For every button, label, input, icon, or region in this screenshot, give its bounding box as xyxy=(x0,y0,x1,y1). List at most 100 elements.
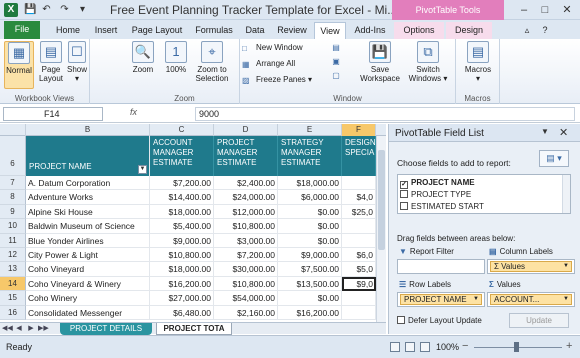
column-header-d[interactable]: D xyxy=(214,124,278,136)
estimate-cell[interactable]: $27,000.00 xyxy=(150,291,214,306)
update-button[interactable]: Update xyxy=(509,313,569,328)
estimate-cell[interactable]: $24,000.00 xyxy=(214,190,278,205)
close-icon[interactable]: ✕ xyxy=(558,2,576,18)
project-name-cell[interactable]: City Power & Light xyxy=(26,248,150,263)
normal-view-button[interactable]: ▦ Normal xyxy=(4,41,34,89)
vertical-scrollbar[interactable] xyxy=(376,136,386,322)
select-all-corner[interactable] xyxy=(0,124,26,136)
report-filter-drop-zone[interactable] xyxy=(397,259,485,274)
last-sheet-icon[interactable]: ▶▶ xyxy=(38,323,49,335)
estimate-cell[interactable]: $0.00 xyxy=(278,204,342,220)
minimize-ribbon-icon[interactable]: ▵ xyxy=(520,22,534,39)
switch-windows-button[interactable]: ⧉ Switch Windows ▾ xyxy=(406,41,450,89)
tab-file[interactable]: File xyxy=(4,21,40,39)
estimate-cell[interactable]: $7,200.00 xyxy=(150,176,214,191)
new-window-button[interactable]: □ New Window xyxy=(242,42,303,54)
estimate-cell[interactable]: $5,0 xyxy=(342,262,376,277)
customize-icon[interactable]: ▾ xyxy=(76,3,89,17)
estimate-cell[interactable]: $7,500.00 xyxy=(278,262,342,277)
page-layout-view-icon[interactable] xyxy=(405,342,415,352)
estimate-cell[interactable]: $12,000.00 xyxy=(214,204,278,220)
project-name-cell[interactable]: A. Datum Corporation xyxy=(26,176,150,191)
row-header[interactable]: 15 xyxy=(0,291,26,306)
tab-formulas[interactable]: Formulas xyxy=(190,22,238,39)
estimate-cell[interactable]: $2,160.00 xyxy=(214,305,278,320)
row-header[interactable]: 14 xyxy=(0,276,26,292)
save-icon[interactable]: 💾 xyxy=(24,3,37,17)
estimate-cell[interactable]: $30,000.00 xyxy=(214,262,278,277)
next-sheet-icon[interactable]: ▶ xyxy=(26,323,36,335)
arrange-all-button[interactable]: ▦ Arrange All xyxy=(242,58,295,70)
zoom-button[interactable]: 🔍 Zoom xyxy=(128,41,158,89)
estimate-cell[interactable] xyxy=(342,176,376,191)
estimate-cell[interactable]: $5,400.00 xyxy=(150,219,214,234)
sheet-tab-project-total[interactable]: PROJECT TOTA xyxy=(156,323,232,335)
values-pill[interactable]: Σ Values ▼ xyxy=(490,261,572,272)
column-header-b[interactable]: B xyxy=(26,124,150,136)
project-name-cell[interactable]: Baldwin Museum of Science xyxy=(26,219,150,234)
row-header[interactable]: 16 xyxy=(0,305,26,320)
project-name-cell[interactable]: Coho Winery xyxy=(26,291,150,306)
close-icon[interactable]: ✕ xyxy=(559,126,568,139)
pill-dropdown-icon[interactable]: ▼ xyxy=(563,262,569,271)
row-header[interactable]: 9 xyxy=(0,204,26,220)
estimate-cell[interactable]: $6,480.00 xyxy=(150,305,214,320)
row-header[interactable]: 12 xyxy=(0,248,26,263)
estimate-cell[interactable]: $6,0 xyxy=(342,248,376,263)
tab-home[interactable]: Home xyxy=(50,22,86,39)
header-strategy-manager[interactable]: STRATEGY MANAGER ESTIMATE xyxy=(278,136,342,176)
panel-options-icon[interactable]: ▼ xyxy=(541,127,549,136)
zoom-100-button[interactable]: 1 100% xyxy=(162,41,190,89)
row-header[interactable]: 8 xyxy=(0,190,26,205)
field-list-layout-button[interactable]: ▤ ▾ xyxy=(539,150,569,167)
project-name-cell[interactable]: Adventure Works xyxy=(26,190,150,205)
zoom-slider-thumb[interactable] xyxy=(514,342,519,352)
estimate-cell[interactable]: $14,400.00 xyxy=(150,190,214,205)
show-button[interactable]: ☐ Show ▾ xyxy=(66,41,88,89)
help-icon[interactable]: ? xyxy=(538,22,552,39)
redo-icon[interactable]: ↷ xyxy=(58,3,71,17)
column-header-c[interactable]: C xyxy=(150,124,214,136)
estimate-cell[interactable]: $7,200.00 xyxy=(214,248,278,263)
pill-dropdown-icon[interactable]: ▼ xyxy=(563,295,569,304)
estimate-cell[interactable]: $10,800.00 xyxy=(214,276,278,292)
row-labels-drop-zone[interactable]: PROJECT NAME ▼ xyxy=(397,292,485,307)
scroll-thumb[interactable] xyxy=(378,150,385,250)
header-account-manager[interactable]: ACCOUNT MANAGER ESTIMATE xyxy=(150,136,214,176)
estimate-cell[interactable]: $0.00 xyxy=(278,291,342,306)
estimate-cell[interactable]: $4,0 xyxy=(342,190,376,205)
page-break-view-icon[interactable] xyxy=(420,342,430,352)
tab-data[interactable]: Data xyxy=(240,22,270,39)
field-estimated-start[interactable]: ESTIMATED START xyxy=(400,201,484,212)
zoom-level[interactable]: 100% xyxy=(436,342,459,352)
estimate-cell[interactable] xyxy=(342,291,376,306)
project-name-cell[interactable]: Coho Vineyard & Winery xyxy=(26,276,150,292)
estimate-cell[interactable]: $0.00 xyxy=(278,219,342,234)
estimate-cell[interactable] xyxy=(342,305,376,320)
excel-app-icon[interactable]: X xyxy=(4,3,18,17)
estimate-cell[interactable]: $16,200.00 xyxy=(278,305,342,320)
row-header-6[interactable]: 6 xyxy=(0,136,26,176)
estimate-cell[interactable]: $10,800.00 xyxy=(214,219,278,234)
estimate-cell[interactable]: $18,000.00 xyxy=(150,204,214,220)
minimize-icon[interactable]: – xyxy=(515,2,533,18)
estimate-cell[interactable] xyxy=(342,219,376,234)
estimate-cell[interactable]: $2,400.00 xyxy=(214,176,278,191)
tab-insert[interactable]: Insert xyxy=(88,22,124,39)
estimate-cell[interactable]: $9,000.00 xyxy=(150,233,214,248)
project-name-cell[interactable]: Alpine Ski House xyxy=(26,204,150,220)
row-header[interactable]: 13 xyxy=(0,262,26,277)
page-layout-view-button[interactable]: ▤ Page Layout xyxy=(36,41,66,89)
sheet-tab-project-details[interactable]: PROJECT DETAILS xyxy=(60,323,152,335)
project-name-pill[interactable]: PROJECT NAME ▼ xyxy=(400,294,482,305)
estimate-cell[interactable]: $10,800.00 xyxy=(150,248,214,263)
project-name-cell[interactable]: Coho Vineyard xyxy=(26,262,150,277)
checkbox[interactable] xyxy=(400,202,408,210)
estimate-cell[interactable]: $54,000.00 xyxy=(214,291,278,306)
estimate-cell[interactable]: $25,0 xyxy=(342,204,376,220)
field-project-type[interactable]: PROJECT TYPE xyxy=(400,189,471,200)
estimate-cell[interactable]: $18,000.00 xyxy=(150,262,214,277)
values-drop-zone[interactable]: ACCOUNT... ▼ xyxy=(487,292,575,307)
prev-sheet-icon[interactable]: ◀ xyxy=(14,323,24,335)
first-sheet-icon[interactable]: ◀◀ xyxy=(2,323,13,335)
